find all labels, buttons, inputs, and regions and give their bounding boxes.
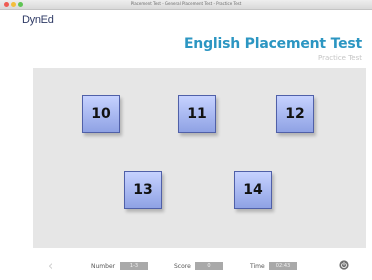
number-tile-11[interactable]: 11: [178, 95, 216, 133]
number-tile-14[interactable]: 14: [234, 171, 272, 209]
power-icon[interactable]: [339, 260, 349, 270]
dyned-logo: DynEd: [22, 14, 54, 26]
score-label: Score: [174, 263, 191, 270]
number-value: 1-3: [120, 262, 148, 270]
time-value: 02:43: [269, 262, 297, 270]
score-value: 0: [195, 262, 223, 270]
window-title: Placement Test - General Placement Test …: [130, 1, 242, 6]
window-titlebar: Placement Test - General Placement Test …: [0, 0, 372, 10]
number-tile-12[interactable]: 12: [276, 95, 314, 133]
page-title: English Placement Test: [183, 36, 362, 52]
number-tile-10[interactable]: 10: [82, 95, 120, 133]
chevron-left-icon[interactable]: ‹: [48, 260, 53, 273]
page-subtitle: Practice Test: [318, 54, 362, 62]
time-label: Time: [250, 263, 265, 270]
number-label: Number: [91, 263, 116, 270]
question-panel: 10 11 12 13 14: [33, 68, 366, 248]
number-tile-13[interactable]: 13: [124, 171, 162, 209]
